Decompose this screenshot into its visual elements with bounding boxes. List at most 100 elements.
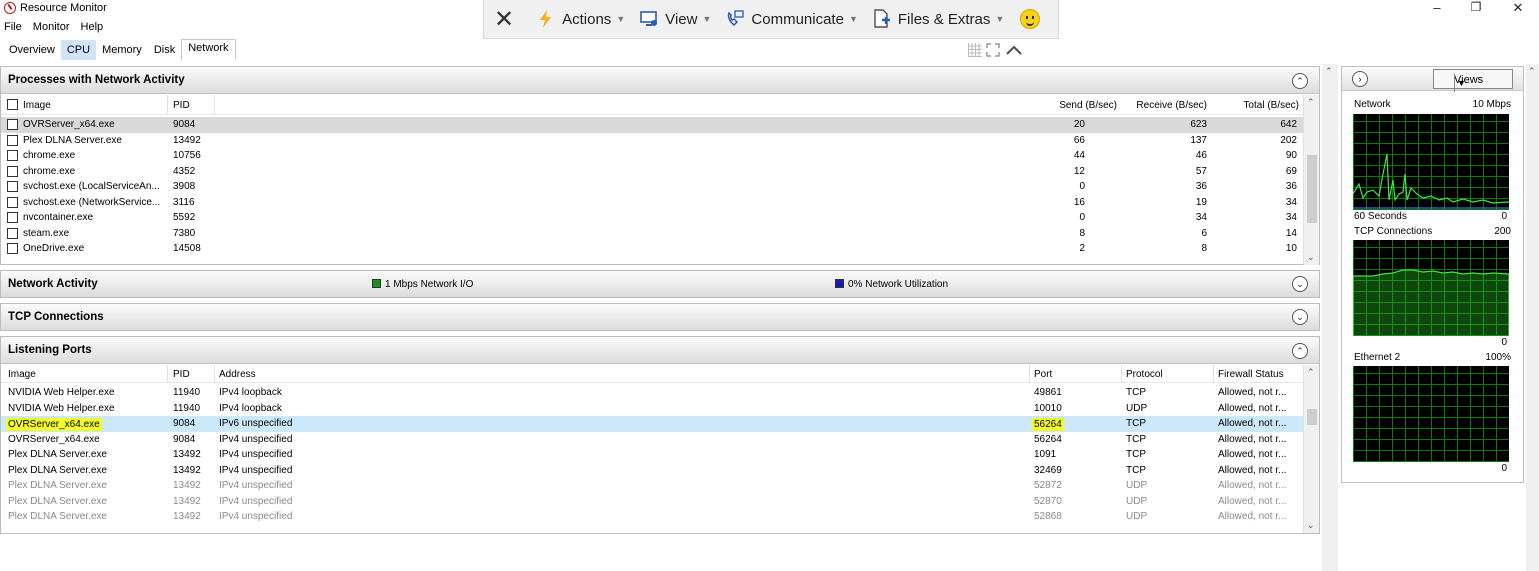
tcp-header[interactable]: TCP Connections ⌄: [1, 304, 1319, 330]
table-row[interactable]: OVRServer_x64.exe 9084 IPv4 unspecified 562…: [1, 432, 1303, 448]
table-row[interactable]: OVRServer_x64.exe 9084 20 623 642: [1, 117, 1303, 133]
dropdown-arrow-icon[interactable]: ▼: [1454, 74, 1468, 92]
views-button[interactable]: Views ▼: [1433, 69, 1513, 92]
fullscreen-icon[interactable]: [986, 43, 1000, 57]
col-total[interactable]: Total (B/sec): [1243, 100, 1299, 111]
col-image[interactable]: Image: [8, 369, 36, 380]
port-firewall: Allowed, not r...: [1218, 449, 1287, 460]
table-row[interactable]: svchost.exe (LocalServiceAn... 3908 0 36 36: [1, 179, 1303, 195]
col-pid[interactable]: PID: [173, 369, 190, 380]
listening-header[interactable]: Listening Ports ⌃: [1, 337, 1319, 364]
network-activity-header[interactable]: Network Activity 1 Mbps Network I/O 0% N…: [1, 271, 1319, 297]
process-total: 10: [1285, 243, 1297, 254]
menu-file[interactable]: File: [4, 21, 22, 33]
row-checkbox[interactable]: [7, 227, 18, 239]
col-firewall[interactable]: Firewall Status: [1218, 369, 1284, 380]
expand-down-icon[interactable]: ⌄: [1292, 276, 1308, 292]
table-row[interactable]: Plex DLNA Server.exe 13492 IPv4 unspecifie…: [1, 463, 1303, 479]
listening-title: Listening Ports: [8, 344, 92, 356]
graphs-toolbar: › Views ▼: [1342, 67, 1523, 92]
files-menu[interactable]: Files & Extras ▼: [872, 9, 1004, 29]
row-checkbox[interactable]: [7, 150, 18, 161]
ethernet-graph-label: Ethernet 2: [1354, 352, 1401, 363]
process-receive: 6: [1201, 227, 1207, 239]
process-total: 69: [1285, 165, 1297, 177]
close-icon[interactable]: ✕: [494, 5, 514, 34]
table-row[interactable]: OneDrive.exe 14508 2 8 10: [1, 241, 1303, 257]
table-row[interactable]: NVIDIA Web Helper.exe 11940 IPv4 loopback 1…: [1, 401, 1303, 417]
tcp-graph-max: 200: [1494, 226, 1511, 237]
tab-overview[interactable]: Overview: [3, 40, 61, 60]
tab-cpu[interactable]: CPU: [60, 40, 97, 60]
processes-header[interactable]: Processes with Network Activity ⌃: [1, 67, 1319, 94]
port-image: OVRServer_x64.exe: [6, 418, 102, 431]
close-button[interactable]: ✕: [1503, 0, 1533, 16]
select-all-checkbox[interactable]: [7, 99, 18, 110]
table-row[interactable]: OVRServer_x64.exe 9084 IPv6 unspecified 562…: [1, 416, 1303, 432]
chevron-up-icon[interactable]: [1004, 43, 1024, 57]
port-address: IPv4 loopback: [219, 402, 282, 414]
tab-memory[interactable]: Memory: [96, 40, 148, 60]
port-number: 52870: [1034, 495, 1062, 507]
port-firewall: Allowed, not r...: [1218, 418, 1287, 429]
col-receive[interactable]: Receive (B/sec): [1136, 100, 1207, 111]
actions-menu[interactable]: Actions ▼: [536, 9, 625, 29]
util-legend-swatch: [835, 279, 844, 288]
table-row[interactable]: svchost.exe (NetworkService... 3116 16 19 34: [1, 195, 1303, 211]
table-row[interactable]: Plex DLNA Server.exe 13492 66 137 202: [1, 133, 1303, 149]
right-panel-scrollbar[interactable]: ⌃: [1526, 64, 1539, 571]
communicate-menu[interactable]: Communicate ▼: [725, 9, 858, 29]
process-send: 0: [1079, 212, 1085, 223]
table-row[interactable]: Plex DLNA Server.exe 13492 IPv4 unspecifie…: [1, 509, 1303, 525]
minimize-button[interactable]: –: [1422, 0, 1452, 15]
col-port[interactable]: Port: [1034, 369, 1052, 380]
row-checkbox[interactable]: [7, 243, 18, 254]
collapse-up-icon[interactable]: ⌃: [1292, 73, 1308, 89]
port-address: IPv4 unspecified: [219, 511, 293, 522]
table-row[interactable]: Plex DLNA Server.exe 13492 IPv4 unspecifie…: [1, 478, 1303, 494]
table-row[interactable]: chrome.exe 10756 44 46 90: [1, 148, 1303, 164]
grid-icon[interactable]: [968, 43, 982, 57]
view-menu[interactable]: View ▼: [639, 9, 711, 29]
table-row[interactable]: Plex DLNA Server.exe 13492 IPv4 unspecifie…: [1, 447, 1303, 463]
col-image[interactable]: Image: [23, 100, 51, 111]
file-icon: [874, 9, 890, 28]
table-row[interactable]: steam.exe 7380 8 6 14: [1, 226, 1303, 242]
listening-scrollbar[interactable]: ⌃ ⌄: [1303, 365, 1319, 533]
row-checkbox[interactable]: [7, 165, 18, 177]
process-image: svchost.exe (NetworkService...: [23, 196, 161, 208]
col-address[interactable]: Address: [219, 369, 256, 380]
row-checkbox[interactable]: [7, 119, 18, 130]
port-pid: 13492: [173, 495, 201, 507]
expand-down-icon[interactable]: ⌄: [1292, 309, 1308, 325]
port-image: OVRServer_x64.exe: [8, 433, 100, 445]
table-row[interactable]: NVIDIA Web Helper.exe 11940 IPv4 loopback 4…: [1, 385, 1303, 401]
row-checkbox[interactable]: [7, 134, 18, 146]
port-firewall: Allowed, not r...: [1218, 495, 1287, 507]
port-number: 1091: [1034, 449, 1057, 460]
collapse-up-icon[interactable]: ⌃: [1292, 343, 1308, 359]
listening-ports-section: Listening Ports ⌃ Image PID Address Port…: [0, 336, 1320, 534]
row-checkbox[interactable]: [7, 196, 18, 208]
col-pid[interactable]: PID: [173, 100, 190, 111]
port-number: 52868: [1034, 511, 1062, 522]
process-send: 0: [1079, 181, 1085, 192]
smiley-icon[interactable]: [1020, 9, 1041, 29]
row-checkbox[interactable]: [7, 181, 18, 192]
table-row[interactable]: Plex DLNA Server.exe 13492 IPv4 unspecifie…: [1, 494, 1303, 510]
table-row[interactable]: chrome.exe 4352 12 57 69: [1, 164, 1303, 180]
process-image: Plex DLNA Server.exe: [23, 134, 122, 146]
menu-monitor[interactable]: Monitor: [33, 21, 70, 33]
tab-network[interactable]: Network: [181, 39, 236, 60]
chevron-right-icon[interactable]: ›: [1352, 71, 1368, 87]
maximize-button[interactable]: ❐: [1461, 0, 1491, 14]
network-graph: [1352, 114, 1510, 210]
col-send[interactable]: Send (B/sec): [1059, 100, 1117, 111]
row-checkbox[interactable]: [7, 212, 18, 223]
tab-disk[interactable]: Disk: [148, 40, 181, 60]
table-row[interactable]: nvcontainer.exe 5592 0 34 34: [1, 210, 1303, 226]
menu-help[interactable]: Help: [81, 21, 104, 33]
main-scrollbar[interactable]: ⌃: [1322, 64, 1338, 571]
processes-scrollbar[interactable]: ⌃ ⌄: [1303, 95, 1319, 265]
col-protocol[interactable]: Protocol: [1126, 369, 1163, 380]
